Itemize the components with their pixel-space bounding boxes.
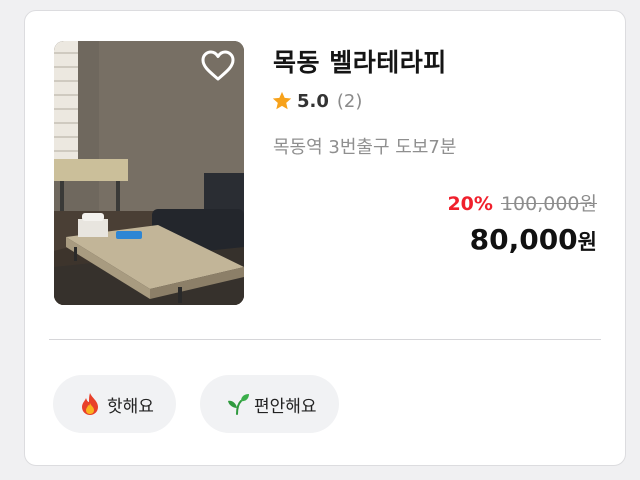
original-price: 100,000원 <box>500 193 597 215</box>
tag-comfy[interactable]: 편안해요 <box>200 375 339 433</box>
discount-rate: 20% <box>447 193 493 215</box>
listing-card[interactable]: 목동 벨라테라피 5.0 (2) 목동역 3번출구 도보7분 20% 100,00… <box>24 10 626 466</box>
divider <box>49 339 601 340</box>
rating-score: 5.0 <box>297 90 329 112</box>
location-text: 목동역 3번출구 도보7분 <box>273 137 457 158</box>
listing-photo[interactable] <box>54 41 244 305</box>
wishlist-button[interactable] <box>198 47 238 85</box>
sprout-icon <box>226 392 249 416</box>
price-block: 20% 100,000원 80,000원 <box>447 191 597 261</box>
final-price-unit: 원 <box>577 230 597 254</box>
tag-hot[interactable]: 핫해요 <box>53 375 176 433</box>
star-icon <box>271 90 293 112</box>
listing-title[interactable]: 목동 벨라테라피 <box>273 43 447 79</box>
rating: 5.0 (2) <box>271 90 362 112</box>
heart-icon <box>201 50 235 82</box>
tag-label: 편안해요 <box>254 396 317 417</box>
tag-label: 핫해요 <box>107 396 154 417</box>
review-count[interactable]: (2) <box>337 91 363 112</box>
final-price: 80,000 <box>469 223 578 256</box>
fire-icon <box>79 392 101 416</box>
